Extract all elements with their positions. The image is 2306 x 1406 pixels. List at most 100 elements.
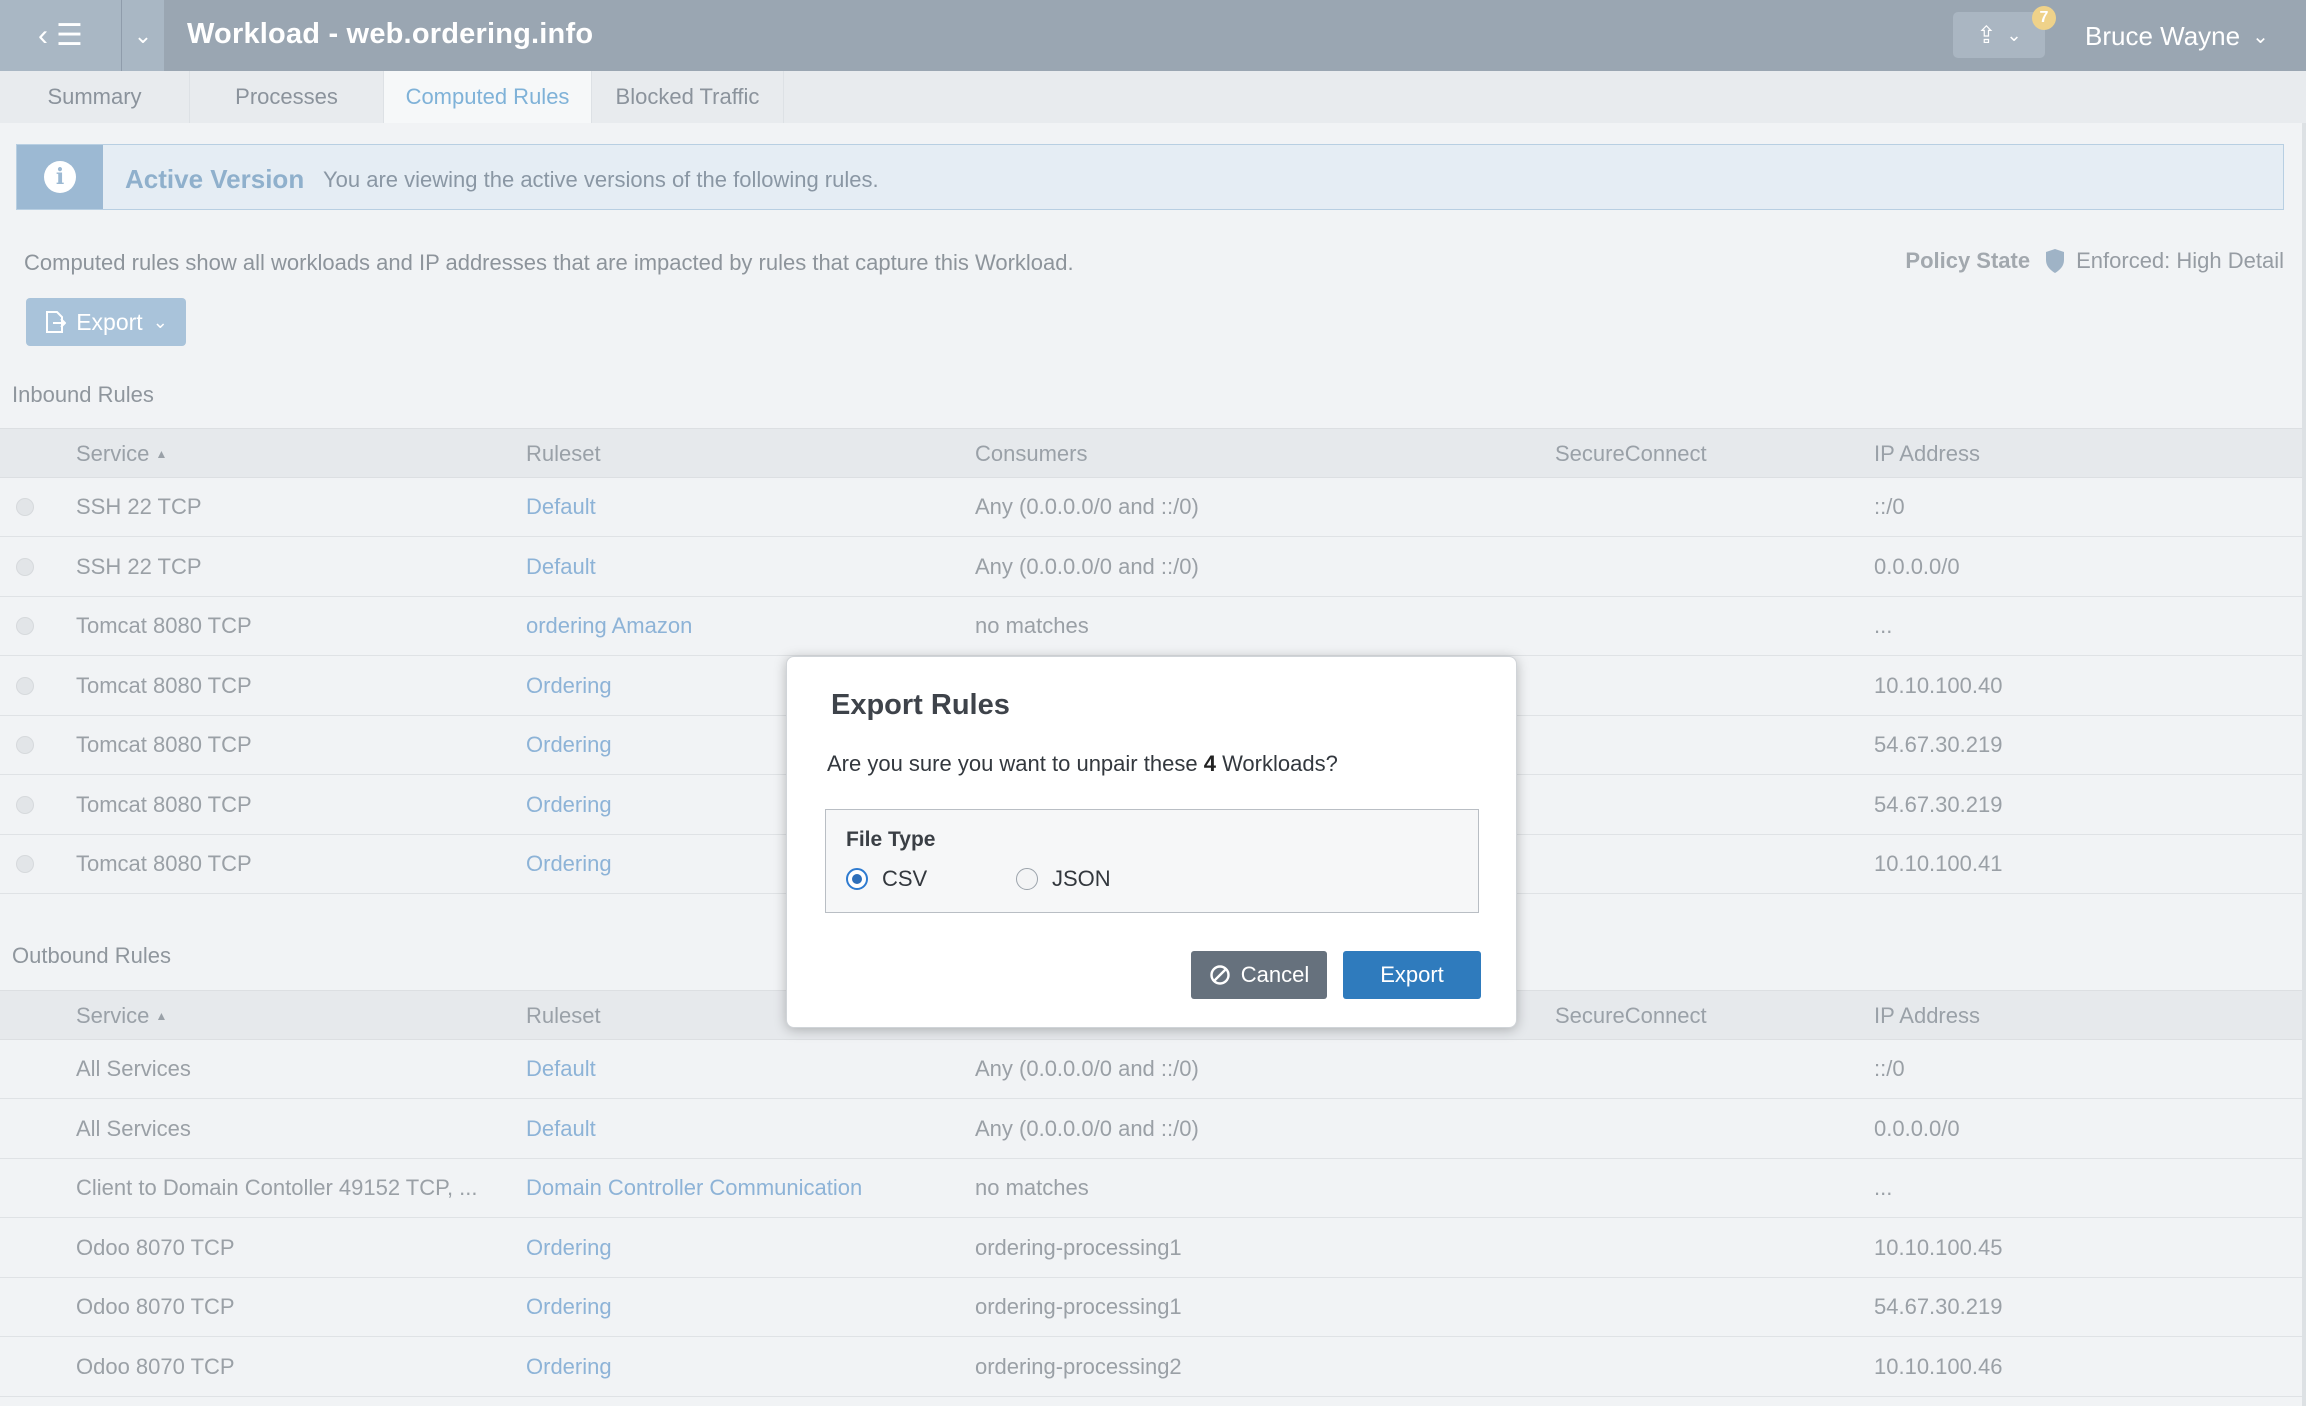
- chevron-down-icon: ⌄: [2006, 24, 2022, 45]
- cell-consumers: ordering-processing1: [975, 1294, 1182, 1319]
- row-status-dot: [16, 855, 34, 873]
- inbound-rules-title: Inbound Rules: [12, 382, 154, 407]
- cell-ruleset-link[interactable]: Default: [526, 494, 596, 520]
- chevron-down-icon: ⌄: [152, 311, 168, 332]
- tab-computed-rules[interactable]: Computed Rules: [384, 71, 592, 123]
- tab-summary[interactable]: Summary: [0, 71, 190, 123]
- cell-ip-address: ::/0: [1874, 494, 1905, 519]
- cell-consumers: ordering-processing2: [975, 1353, 1182, 1379]
- export-button-label: Export: [76, 308, 143, 335]
- column-service[interactable]: Service ▲: [76, 1003, 167, 1029]
- table-row[interactable]: Odoo 8070 TCP Ordering ordering-processing…: [0, 1337, 2306, 1397]
- export-button[interactable]: Export ⌄: [26, 298, 186, 346]
- cell-ruleset-link[interactable]: Default: [526, 554, 596, 580]
- cell-ruleset-link[interactable]: Default: [526, 1056, 596, 1082]
- cell-ruleset-link[interactable]: Ordering: [526, 673, 612, 699]
- column-ruleset[interactable]: Ruleset: [526, 441, 601, 467]
- user-menu[interactable]: Bruce Wayne ⌄: [2085, 21, 2269, 52]
- cell-ip-address: 10.10.100.46: [1874, 1353, 2003, 1379]
- table-row[interactable]: Client to Domain Contoller 49152 TCP, ..…: [0, 1159, 2306, 1218]
- column-ip-address[interactable]: IP Address: [1874, 1003, 1980, 1029]
- table-row[interactable]: Odoo 8070 TCP Ordering ordering-processing…: [0, 1218, 2306, 1278]
- row-status-dot: [16, 498, 34, 516]
- chevron-down-icon: ⌄: [133, 22, 153, 48]
- cell-ruleset-link[interactable]: ordering Amazon: [526, 613, 692, 639]
- table-row[interactable]: SSH 22 TCP Default Any (0.0.0.0/0 and ::/0…: [0, 478, 2306, 537]
- cell-service: Tomcat 8080 TCP: [76, 672, 252, 698]
- cell-service: Odoo 8070 TCP: [76, 1234, 235, 1260]
- sort-ascending-icon: ▲: [155, 447, 168, 461]
- policy-state-label: Policy State: [1905, 248, 2031, 273]
- cell-ip-address: 10.10.100.40: [1874, 672, 2003, 698]
- cell-ruleset-link[interactable]: Ordering: [526, 1235, 612, 1261]
- cell-ruleset-link[interactable]: Ordering: [526, 732, 612, 758]
- cell-service: Tomcat 8080 TCP: [76, 791, 252, 817]
- cell-ip-address: 10.10.100.41: [1874, 851, 2003, 876]
- tab-bar: Summary Processes Computed Rules Blocked…: [0, 71, 2306, 123]
- info-icon-box: i: [17, 145, 103, 209]
- cell-ruleset-link[interactable]: Default: [526, 1116, 596, 1142]
- column-consumers[interactable]: Consumers: [975, 441, 1087, 467]
- cell-ruleset-link[interactable]: Ordering: [526, 851, 612, 877]
- cell-service: Client to Domain Contoller 49152 TCP, ..…: [76, 1175, 478, 1200]
- dialog-title: Export Rules: [831, 689, 1010, 721]
- cell-ruleset-link[interactable]: Ordering: [526, 1294, 612, 1320]
- column-service[interactable]: Service ▲: [76, 441, 167, 467]
- cell-ruleset-link[interactable]: Ordering: [526, 1354, 612, 1380]
- cell-ruleset-link[interactable]: Domain Controller Communication: [526, 1175, 862, 1201]
- cell-consumers: Any (0.0.0.0/0 and ::/0): [975, 553, 1199, 579]
- column-secureconnect[interactable]: SecureConnect: [1555, 1003, 1707, 1029]
- back-list-button[interactable]: ‹ ☰: [0, 0, 122, 71]
- cell-service: All Services: [76, 1056, 191, 1081]
- shield-icon: [2046, 249, 2065, 273]
- table-row[interactable]: Tomcat 8080 TCP ordering Amazon no matches…: [0, 597, 2306, 656]
- cell-ip-address: 0.0.0.0/0: [1874, 553, 1960, 579]
- cell-service: All Services: [76, 1115, 191, 1141]
- cell-ip-address: 0.0.0.0/0: [1874, 1115, 1960, 1141]
- confirm-export-button[interactable]: Export: [1343, 951, 1481, 999]
- nav-dropdown-button[interactable]: ⌄: [122, 0, 164, 71]
- list-icon: ☰: [56, 19, 83, 52]
- cell-ip-address: ::/0: [1874, 1056, 1905, 1081]
- cell-ip-address: 10.10.100.45: [1874, 1234, 2003, 1260]
- table-row[interactable]: All Services Default Any (0.0.0.0/0 and ::…: [0, 1099, 2306, 1159]
- cell-ip-address: ...: [1874, 1175, 1893, 1200]
- tab-blocked-traffic[interactable]: Blocked Traffic: [592, 71, 784, 123]
- radio-json-label: JSON: [1052, 866, 1111, 891]
- cell-ip-address: 54.67.30.219: [1874, 791, 2003, 817]
- export-file-icon: [46, 311, 67, 333]
- column-ip-address[interactable]: IP Address: [1874, 441, 1980, 467]
- scrollbar-track[interactable]: [2302, 123, 2306, 1406]
- cell-ruleset-link[interactable]: Ordering: [526, 792, 612, 818]
- table-row[interactable]: SSH 22 TCP Default Any (0.0.0.0/0 and ::/0…: [0, 537, 2306, 597]
- cell-consumers: no matches: [975, 1175, 1089, 1200]
- cell-service: Tomcat 8080 TCP: [76, 613, 252, 638]
- cell-service: Odoo 8070 TCP: [76, 1294, 235, 1319]
- policy-state: Policy State Enforced: High Detail: [1905, 248, 2284, 274]
- radio-json[interactable]: JSON: [1016, 866, 1111, 892]
- radio-unselected-icon: [1016, 868, 1038, 890]
- cell-service: Tomcat 8080 TCP: [76, 732, 252, 757]
- cell-consumers: Any (0.0.0.0/0 and ::/0): [975, 1115, 1199, 1141]
- table-row[interactable]: Odoo 8070 TCP Ordering ordering-processing…: [0, 1278, 2306, 1337]
- dialog-question: Are you sure you want to unpair these 4 …: [827, 751, 1338, 776]
- user-name: Bruce Wayne: [2085, 21, 2241, 51]
- tab-processes[interactable]: Processes: [190, 71, 384, 123]
- file-type-group: File Type CSV JSON: [825, 809, 1479, 913]
- file-type-label: File Type: [846, 828, 936, 851]
- upload-icon: ⇪: [1976, 21, 1997, 49]
- column-secureconnect[interactable]: SecureConnect: [1555, 441, 1707, 467]
- info-icon: i: [44, 161, 76, 193]
- chevron-down-icon: ⌄: [2252, 26, 2269, 48]
- column-ruleset[interactable]: Ruleset: [526, 1003, 601, 1029]
- cell-consumers: Any (0.0.0.0/0 and ::/0): [975, 1056, 1199, 1081]
- cell-consumers: ordering-processing1: [975, 1234, 1182, 1260]
- radio-csv[interactable]: CSV: [846, 866, 927, 892]
- table-row[interactable]: All Services Default Any (0.0.0.0/0 and ::…: [0, 1040, 2306, 1099]
- row-status-dot: [16, 795, 34, 814]
- row-status-dot: [16, 617, 34, 635]
- workload-count: 4: [1203, 751, 1216, 776]
- cancel-button[interactable]: Cancel: [1191, 951, 1327, 999]
- cell-ip-address: 54.67.30.219: [1874, 1294, 2003, 1319]
- inbound-table-header: Service ▲ Ruleset Consumers SecureConnec…: [0, 428, 2306, 478]
